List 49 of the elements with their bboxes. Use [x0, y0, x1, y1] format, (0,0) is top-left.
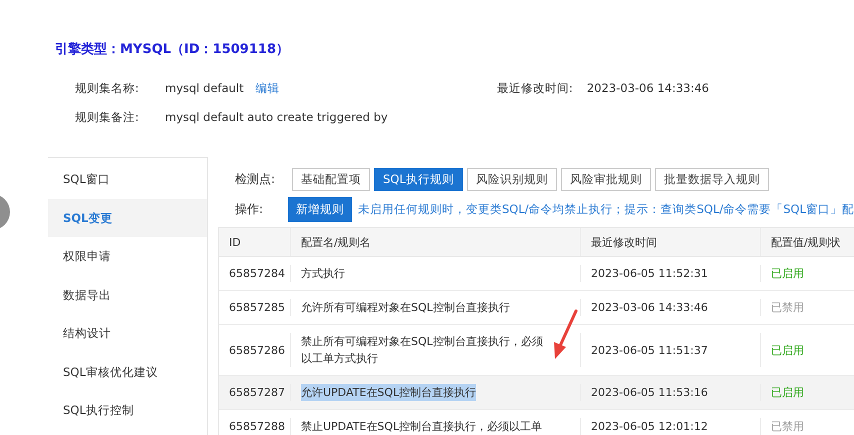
sidebar-item[interactable]: SQL窗口: [48, 160, 207, 198]
table-cell: 允许UPDATE在SQL控制台直接执行: [301, 384, 476, 401]
rule-tab[interactable]: 风险审批规则: [560, 168, 651, 190]
sidebar-item[interactable]: 权限申请: [48, 237, 207, 276]
field-value: 2023-03-06 14:33:46: [586, 81, 709, 95]
table-cell-text: 允许所有可编程对象在SQL控制台直接执行: [301, 300, 510, 316]
field-label: 最近修改时间:: [496, 80, 574, 96]
status-text: 已禁用: [771, 300, 804, 316]
field-value: mysql default auto create triggered by: [165, 110, 388, 124]
checkpoint-label: 检测点:: [234, 170, 276, 188]
rule-tab[interactable]: 风险识别规则: [466, 168, 557, 190]
operation-label: 操作:: [234, 200, 264, 218]
table-cell-text: 65857285: [229, 300, 285, 316]
rule-tab[interactable]: SQL执行规则: [374, 168, 463, 190]
field-label: 规则集备注:: [75, 110, 140, 124]
sidebar-item[interactable]: 结构设计: [48, 314, 207, 352]
table-cell-text: 方式执行: [301, 266, 345, 282]
field-label: 规则集名称:: [75, 80, 140, 96]
status-text: 已启用: [771, 266, 804, 282]
sidebar-item[interactable]: SQL执行控制: [48, 391, 207, 430]
sidebar-item[interactable]: SQL审核优化建议: [48, 352, 207, 391]
status-text: 已启用: [771, 385, 804, 401]
annotation-arrow: [553, 308, 579, 360]
table-cell-text: 65857287: [229, 385, 285, 401]
table-cell-text: 禁止所有可编程对象在SQL控制台直接执行，必须以工单方式执行: [301, 334, 544, 367]
table-cell-text: 65857288: [229, 419, 285, 435]
table-cell-text: 2023-03-06 14:33:46: [591, 300, 708, 316]
column-header: 配置名/规则名: [291, 228, 581, 256]
field-value: mysql default: [165, 81, 244, 95]
column-header: 配置值/规则状: [770, 234, 842, 250]
table-cell-text: 2023-06-05 11:53:16: [591, 385, 708, 401]
column-header: ID: [219, 228, 291, 256]
rule-tab[interactable]: 批量数据导入规则: [654, 168, 769, 190]
column-header: 最近修改时间: [581, 228, 761, 256]
rule-tab[interactable]: 基础配置项: [292, 168, 370, 190]
status-text: 已禁用: [771, 419, 804, 435]
add-rule-button[interactable]: 新增规则: [288, 196, 352, 222]
edit-link[interactable]: 编辑: [256, 80, 280, 96]
table-cell-text: 2023-06-05 12:01:12: [591, 419, 708, 435]
table-cell-text: 65857284: [229, 266, 285, 282]
status-text: 已启用: [771, 342, 804, 358]
engine-title: 引擎类型：MYSQL（ID：1509118）: [54, 41, 290, 58]
table-cell-text: 2023-06-05 11:51:37: [591, 342, 708, 358]
sidebar-item[interactable]: SQL变更: [48, 198, 207, 237]
table-cell-text: 禁止UPDATE在SQL控制台直接执行，必须以工单: [301, 419, 542, 435]
table-cell-text: 65857286: [229, 342, 285, 358]
hint-text: 未启用任何规则时，变更类SQL/命令均禁止执行；提示：查询类SQL/命令需要「SQL窗口」配: [358, 202, 854, 216]
table-cell-text: 2023-06-05 11:52:31: [591, 266, 708, 282]
sidebar-item[interactable]: 数据导出: [48, 276, 207, 314]
